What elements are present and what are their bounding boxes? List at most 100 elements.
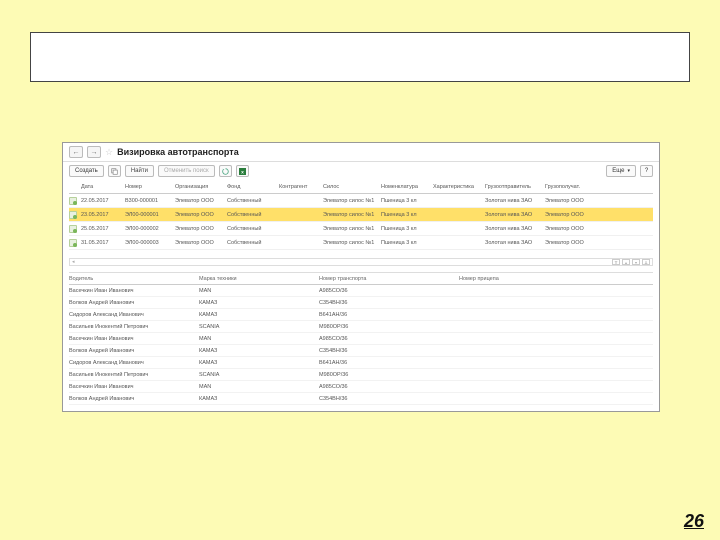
titlebar: ← → ☆ Визировка автотранспорта <box>63 143 659 162</box>
documents-grid: Дата Номер Организация Фонд Контрагент С… <box>63 180 659 254</box>
slide-header-box <box>30 32 690 82</box>
cell-driver: Васильев Инокентий Петрович <box>69 372 199 378</box>
cell-silo: Элеватор силос №1 <box>323 240 379 246</box>
cell-plate: М980ОР/36 <box>319 324 459 330</box>
list-item[interactable]: Сидоров Александ Иванович КАМАЗ В641АН/3… <box>69 309 653 321</box>
cell-driver: Васильев Инокентий Петрович <box>69 324 199 330</box>
list-item[interactable]: Волков Андрей Иванович КАМАЗ С354ВН/36 <box>69 393 653 405</box>
cell-vehicle: SCANIA <box>199 372 319 378</box>
col-trailer[interactable]: Номер прицепа <box>459 276 653 282</box>
refresh-button[interactable] <box>219 165 232 177</box>
col-plate[interactable]: Номер транспорта <box>319 276 459 282</box>
drivers-header: Водитель Марка техники Номер транспорта … <box>69 273 653 285</box>
col-nomen[interactable]: Номенклатура <box>381 184 431 190</box>
cell-ship: Золотая нива ЗАО <box>485 240 543 246</box>
grid-header: Дата Номер Организация Фонд Контрагент С… <box>69 180 653 194</box>
cell-plate: А985СО/36 <box>319 384 459 390</box>
cell-cons: Элеватор ООО <box>545 240 653 246</box>
cell-org: Элеватор ООО <box>175 226 225 232</box>
cell-cons: Элеватор ООО <box>545 226 653 232</box>
favorite-star-icon[interactable]: ☆ <box>105 147 113 158</box>
slide-page-number: 26 <box>684 511 704 532</box>
col-shipper[interactable]: Грузоотправитель <box>485 184 543 190</box>
table-row[interactable]: 25.05.2017 ЭЛ00-000002 Элеватор ООО Собс… <box>69 222 653 236</box>
cell-driver: Васечкин Иван Иванович <box>69 384 199 390</box>
col-consignee[interactable]: Грузополучат. <box>545 184 653 190</box>
table-row[interactable]: 31.05.2017 ЭЛ00-000003 Элеватор ООО Собс… <box>69 236 653 250</box>
cell-date: 22.05.2017 <box>81 198 123 204</box>
cell-plate: В641АН/36 <box>319 312 459 318</box>
cell-number: ЭЛ00-000003 <box>125 240 173 246</box>
table-row[interactable]: 22.05.2017 В300-000001 Элеватор ООО Собс… <box>69 194 653 208</box>
drivers-grid: Водитель Марка техники Номер транспорта … <box>69 272 653 405</box>
cell-plate: В641АН/36 <box>319 360 459 366</box>
record-nav[interactable]: ⇈▴▾⇊ <box>612 259 650 265</box>
cell-ship: Золотая нива ЗАО <box>485 226 543 232</box>
list-item[interactable]: Васечкин Иван Иванович MAN А985СО/36 <box>69 333 653 345</box>
col-fund[interactable]: Фонд <box>227 184 277 190</box>
excel-export-button[interactable]: x <box>236 165 249 177</box>
cell-driver: Волков Андрей Иванович <box>69 396 199 402</box>
cell-plate: С354ВН/36 <box>319 348 459 354</box>
cell-vehicle: КАМАЗ <box>199 312 319 318</box>
cell-plate: А985СО/36 <box>319 336 459 342</box>
table-row[interactable]: 23.05.2017 ЭЛ00-000001 Элеватор ООО Собс… <box>69 208 653 222</box>
col-date[interactable]: Дата <box>81 184 123 190</box>
document-icon <box>69 225 77 233</box>
list-item[interactable]: Сидоров Александ Иванович КАМАЗ В641АН/3… <box>69 357 653 369</box>
cell-driver: Волков Андрей Иванович <box>69 300 199 306</box>
cell-driver: Сидоров Александ Иванович <box>69 360 199 366</box>
cell-plate: С354ВН/36 <box>319 396 459 402</box>
cell-number: ЭЛ00-000002 <box>125 226 173 232</box>
list-item[interactable]: Васечкин Иван Иванович MAN А985СО/36 <box>69 381 653 393</box>
cell-plate: С354ВН/36 <box>319 300 459 306</box>
list-item[interactable]: Волков Андрей Иванович КАМАЗ С354ВН/36 <box>69 345 653 357</box>
list-item[interactable]: Волков Андрей Иванович КАМАЗ С354ВН/36 <box>69 297 653 309</box>
cell-silo: Элеватор силос №1 <box>323 212 379 218</box>
cell-date: 25.05.2017 <box>81 226 123 232</box>
list-item[interactable]: Васильев Инокентий Петрович SCANIA М980О… <box>69 321 653 333</box>
cell-vehicle: MAN <box>199 384 319 390</box>
list-item[interactable]: Васечкин Иван Иванович MAN А985СО/36 <box>69 285 653 297</box>
col-char[interactable]: Характеристика <box>433 184 483 190</box>
cell-nom: Пшеница 3 кл <box>381 226 431 232</box>
col-vehicle[interactable]: Марка техники <box>199 276 319 282</box>
cell-silo: Элеватор силос №1 <box>323 198 379 204</box>
cell-fund: Собственный <box>227 240 277 246</box>
cancel-search-button[interactable]: Отменить поиск <box>158 165 215 177</box>
toolbar: Создать Найти Отменить поиск x Еще ? <box>63 162 659 180</box>
cell-org: Элеватор ООО <box>175 240 225 246</box>
nav-back-button[interactable]: ← <box>69 146 83 158</box>
find-button[interactable]: Найти <box>125 165 154 177</box>
help-button[interactable]: ? <box>640 165 653 177</box>
copy-button[interactable] <box>108 165 121 177</box>
col-counterparty[interactable]: Контрагент <box>279 184 321 190</box>
cell-driver: Волков Андрей Иванович <box>69 348 199 354</box>
excel-icon: x <box>239 168 246 175</box>
cell-number: В300-000001 <box>125 198 173 204</box>
create-button[interactable]: Создать <box>69 165 104 177</box>
nav-forward-button[interactable]: → <box>87 146 101 158</box>
cell-nom: Пшеница 3 кл <box>381 198 431 204</box>
col-silo[interactable]: Силос <box>323 184 379 190</box>
col-driver[interactable]: Водитель <box>69 276 199 282</box>
col-number[interactable]: Номер <box>125 184 173 190</box>
more-actions-button[interactable]: Еще <box>606 165 636 177</box>
grid-scrollbar[interactable]: ◂ ⇈▴▾⇊ <box>69 258 653 266</box>
copy-icon <box>111 168 118 175</box>
col-org[interactable]: Организация <box>175 184 225 190</box>
cell-cons: Элеватор ООО <box>545 212 653 218</box>
document-icon <box>69 211 77 219</box>
cell-nom: Пшеница 3 кл <box>381 212 431 218</box>
cell-fund: Собственный <box>227 226 277 232</box>
cell-vehicle: КАМАЗ <box>199 360 319 366</box>
cell-ship: Золотая нива ЗАО <box>485 198 543 204</box>
window-title: Визировка автотранспорта <box>117 147 239 157</box>
cell-vehicle: КАМАЗ <box>199 348 319 354</box>
cell-cons: Элеватор ООО <box>545 198 653 204</box>
cell-driver: Сидоров Александ Иванович <box>69 312 199 318</box>
cell-number: ЭЛ00-000001 <box>125 212 173 218</box>
cell-plate: А985СО/36 <box>319 288 459 294</box>
cell-org: Элеватор ООО <box>175 212 225 218</box>
list-item[interactable]: Васильев Инокентий Петрович SCANIA М980О… <box>69 369 653 381</box>
